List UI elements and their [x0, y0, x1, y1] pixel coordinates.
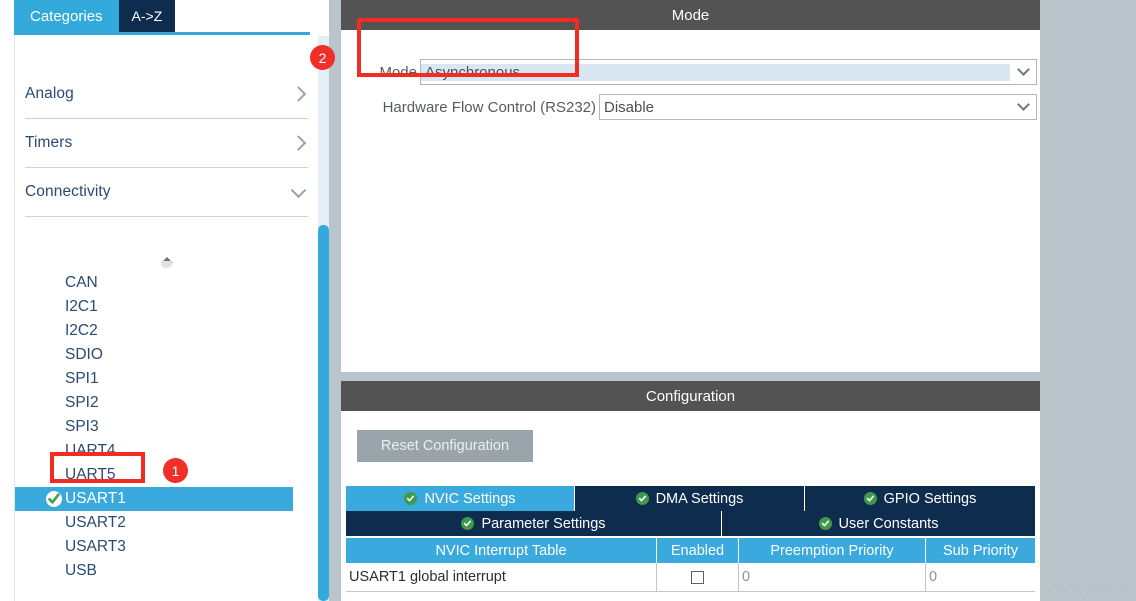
configuration-tabs-row-2: Parameter Settings User Constants: [346, 511, 1035, 536]
list-item-label: USART3: [65, 538, 126, 555]
enabled-checkbox[interactable]: [691, 570, 704, 584]
list-item-usart1[interactable]: USART1: [15, 487, 293, 511]
scroll-up-arrow-icon[interactable]: [15, 251, 318, 269]
column-header-preemption-priority: Preemption Priority: [739, 538, 926, 563]
sidebar-scrollbar-thumb[interactable]: [318, 225, 329, 601]
green-check-icon: [635, 492, 649, 505]
mode-select[interactable]: Asynchronous: [420, 59, 1037, 85]
hardware-flow-control-field-row: Hardware Flow Control (RS232) Disable: [372, 94, 1037, 120]
configuration-panel-title: Configuration: [341, 381, 1040, 411]
mode-panel: Mode Mode Asynchronous Hardware Flow Con…: [341, 0, 1040, 372]
tab-user-constants-label: User Constants: [838, 515, 939, 532]
table-header-row: NVIC Interrupt Table Enabled Preemption …: [346, 538, 1035, 563]
categories-sidebar: Categories A->Z Analog Timers Connectivi…: [0, 0, 318, 601]
hardware-flow-control-value: Disable: [604, 98, 655, 116]
tab-categories[interactable]: Categories: [14, 0, 119, 32]
list-item-label: SDIO: [65, 346, 103, 363]
sidebar-section-connectivity[interactable]: Connectivity: [25, 168, 308, 217]
sidebar-section-timers-label: Timers: [25, 134, 73, 151]
green-check-icon: [46, 491, 62, 507]
peripheral-list: CAN I2C1 I2C2 SDIO SPI1 SPI2 SPI3 UART4 …: [15, 271, 293, 583]
chevron-right-icon: [290, 86, 307, 102]
sidebar-content: Analog Timers Connectivity CAN I2C1 I2C2…: [14, 35, 318, 601]
tab-gpio-settings-label: GPIO Settings: [883, 490, 977, 507]
configuration-tabs-row-1: NVIC Settings DMA Settings GPIO Settings: [346, 486, 1035, 511]
tab-user-constants[interactable]: User Constants: [722, 511, 1035, 536]
chevron-down-icon: [290, 182, 307, 199]
list-item-i2c2[interactable]: I2C2: [15, 319, 293, 343]
sidebar-section-analog-label: Analog: [25, 85, 74, 102]
column-header-nvic-interrupt-table: NVIC Interrupt Table: [346, 538, 657, 563]
nvic-interrupt-table: NVIC Interrupt Table Enabled Preemption …: [346, 538, 1035, 592]
green-check-icon: [818, 517, 832, 530]
reset-configuration-button[interactable]: Reset Configuration: [357, 430, 533, 462]
list-item-can[interactable]: CAN: [15, 271, 293, 295]
list-item-label: SPI3: [65, 418, 99, 435]
cell-sub-priority[interactable]: 0: [926, 563, 1035, 591]
cell-preemption-priority[interactable]: 0: [739, 563, 926, 591]
mode-panel-title: Mode: [341, 0, 1040, 30]
list-item-label: CAN: [65, 274, 98, 291]
panel-divider: [329, 0, 341, 601]
list-item-uart4[interactable]: UART4: [15, 439, 293, 463]
list-item-label: UART4: [65, 442, 116, 459]
list-item-usart2[interactable]: USART2: [15, 511, 293, 535]
column-header-enabled: Enabled: [657, 538, 739, 563]
tab-nvic-settings-label: NVIC Settings: [424, 490, 516, 507]
chevron-right-icon: [290, 135, 307, 151]
column-header-sub-priority: Sub Priority: [926, 538, 1035, 563]
list-item-label: UART5: [65, 466, 116, 483]
green-check-icon: [404, 492, 418, 505]
mode-panel-body: Mode Asynchronous Hardware Flow Control …: [341, 30, 1040, 372]
sidebar-tabbar: Categories A->Z: [14, 0, 176, 32]
table-row[interactable]: USART1 global interrupt 0 0: [346, 563, 1035, 592]
tab-parameter-settings-label: Parameter Settings: [481, 515, 606, 532]
list-item-sdio[interactable]: SDIO: [15, 343, 293, 367]
tab-a-to-z[interactable]: A->Z: [118, 0, 176, 32]
tab-parameter-settings[interactable]: Parameter Settings: [346, 511, 722, 536]
tab-dma-settings[interactable]: DMA Settings: [575, 486, 805, 511]
green-check-icon: [863, 492, 877, 505]
annotation-badge-2: 2: [310, 45, 335, 70]
list-item-label: I2C1: [65, 298, 98, 315]
hardware-flow-control-select[interactable]: Disable: [599, 94, 1037, 120]
list-item-label: USART2: [65, 514, 126, 531]
tab-a-to-z-label: A->Z: [131, 8, 163, 24]
list-item-spi1[interactable]: SPI1: [15, 367, 293, 391]
peripheral-config-area: Mode Mode Asynchronous Hardware Flow Con…: [341, 0, 1136, 601]
mode-select-value: Asynchronous: [421, 63, 1010, 81]
list-item-label: USART1: [65, 490, 126, 507]
chevron-down-icon[interactable]: [1010, 95, 1036, 119]
tab-nvic-settings[interactable]: NVIC Settings: [346, 486, 575, 511]
stm32cubemx-window: Categories A->Z Analog Timers Connectivi…: [0, 0, 1136, 601]
list-item-usart3[interactable]: USART3: [15, 535, 293, 559]
annotation-badge-1: 1: [163, 458, 188, 483]
chevron-down-icon[interactable]: [1010, 60, 1036, 84]
tab-categories-label: Categories: [30, 7, 103, 25]
sidebar-section-timers[interactable]: Timers: [25, 119, 308, 168]
cell-enabled[interactable]: [657, 563, 739, 591]
list-item-usb[interactable]: USB: [15, 559, 293, 583]
list-item-label: SPI2: [65, 394, 99, 411]
list-item-spi3[interactable]: SPI3: [15, 415, 293, 439]
tab-dma-settings-label: DMA Settings: [655, 490, 744, 507]
configuration-tabs: NVIC Settings DMA Settings GPIO Settings…: [346, 486, 1035, 536]
list-item-i2c1[interactable]: I2C1: [15, 295, 293, 319]
mode-field-label: Mode: [379, 63, 417, 81]
list-item-uart5[interactable]: UART5: [15, 463, 293, 487]
list-item-label: USB: [65, 562, 97, 579]
configuration-panel: Configuration Reset Configuration NVIC S…: [341, 381, 1040, 601]
configuration-panel-body: Reset Configuration NVIC Settings DMA Se…: [341, 411, 1040, 601]
list-item-label: I2C2: [65, 322, 98, 339]
cell-interrupt-name: USART1 global interrupt: [346, 563, 657, 591]
green-check-icon: [461, 517, 475, 530]
sidebar-section-analog[interactable]: Analog: [25, 70, 308, 119]
tab-gpio-settings[interactable]: GPIO Settings: [805, 486, 1035, 511]
hardware-flow-control-label: Hardware Flow Control (RS232): [382, 98, 596, 116]
list-item-label: SPI1: [65, 370, 99, 387]
list-item-spi2[interactable]: SPI2: [15, 391, 293, 415]
watermark: CSDN @Dir_xr: [1048, 583, 1130, 597]
sidebar-section-connectivity-label: Connectivity: [25, 183, 111, 200]
mode-field-row: Mode Asynchronous: [372, 59, 1037, 85]
